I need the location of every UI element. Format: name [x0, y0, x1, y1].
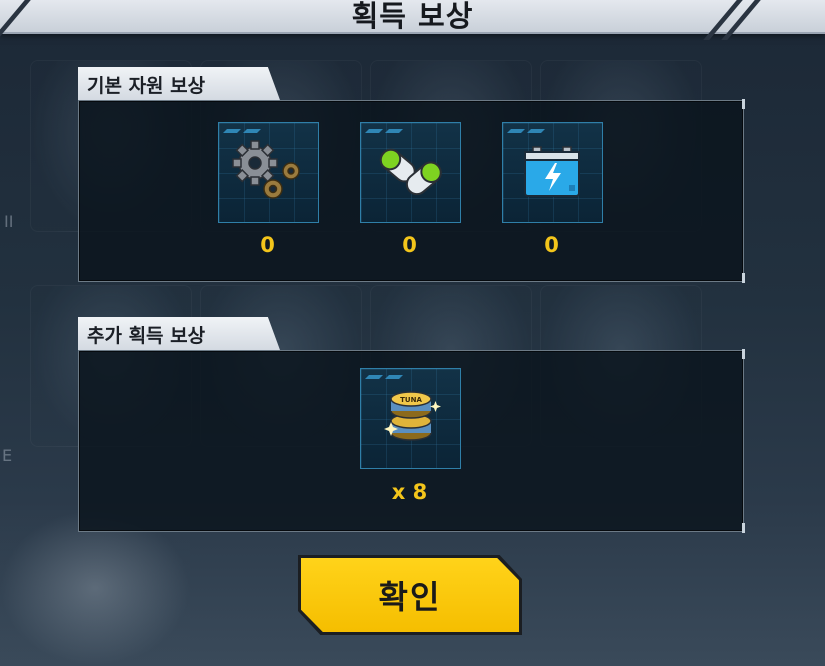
reward-count-gears: 0 — [260, 233, 275, 257]
tuna-can-label: TUNA — [400, 396, 422, 404]
battery-icon — [524, 146, 580, 197]
dialog-title: 획득 보상 — [351, 0, 474, 33]
extra-rewards-tab-label: 추가 획득 보상 — [78, 317, 280, 350]
reward-count-battery: 0 — [544, 233, 559, 257]
reward-slot-gears[interactable] — [218, 122, 319, 223]
reward-slot-capsule[interactable] — [360, 122, 461, 223]
tuna-can-icon: TUNA — [384, 391, 441, 441]
background-dash-mark: E — [2, 446, 13, 465]
gears-icon — [232, 140, 300, 199]
reward-count-tuna-can: x 8 — [391, 480, 428, 504]
capsule-pill-icon — [379, 148, 442, 196]
confirm-button-label: 확인 — [378, 578, 442, 616]
basic-rewards-label: 기본 자원 보상 — [87, 75, 206, 97]
background-character-portrait — [0, 510, 190, 666]
reward-dialog-screen: II E 획득 보상 기본 자원 보상 0 0 0 추가 획득 보상 TUNA … — [0, 0, 825, 666]
reward-slot-tuna-can[interactable]: TUNA — [360, 368, 461, 469]
basic-rewards-tab-label: 기본 자원 보상 — [78, 67, 280, 100]
reward-count-capsule: 0 — [402, 233, 417, 257]
title-banner: 획득 보상 — [0, 0, 825, 40]
confirm-button-face[interactable]: 확인 — [301, 558, 519, 632]
reward-slot-battery[interactable] — [502, 122, 603, 223]
background-roman-two-mark: II — [4, 212, 14, 231]
confirm-button[interactable]: 확인 — [298, 555, 522, 635]
extra-rewards-label: 추가 획득 보상 — [87, 325, 206, 347]
